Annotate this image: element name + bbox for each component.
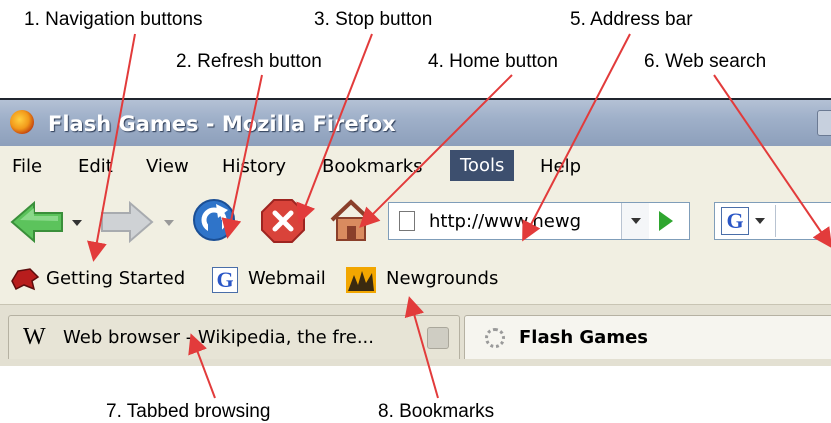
navigation-toolbar: http://www.newg G	[0, 188, 831, 256]
google-search-engine-icon[interactable]: G	[721, 207, 749, 235]
bookmark-webmail[interactable]: Webmail	[248, 268, 326, 289]
tab-label: Flash Games	[519, 327, 649, 348]
refresh-icon[interactable]	[190, 196, 238, 244]
callout-tabbed-browsing: 7. Tabbed browsing	[106, 401, 271, 422]
tab-flash-games[interactable]: Flash Games	[464, 315, 831, 359]
getting-started-bookmark-icon	[11, 268, 40, 291]
bookmark-getting-started[interactable]: Getting Started	[46, 268, 185, 289]
address-url-text[interactable]: http://www.newg	[429, 211, 613, 232]
chevron-down-icon	[631, 218, 641, 224]
menu-edit[interactable]: Edit	[78, 156, 113, 177]
window-title: Flash Games - Mozilla Firefox	[48, 112, 396, 136]
back-arrow-icon[interactable]	[10, 200, 64, 244]
page-icon	[399, 211, 415, 231]
menu-history[interactable]: History	[222, 156, 286, 177]
callout-web-search: 6. Web search	[644, 51, 767, 72]
forward-history-dropdown-icon[interactable]	[164, 220, 174, 226]
web-search-box[interactable]: G	[714, 202, 831, 240]
menu-help[interactable]: Help	[540, 156, 581, 177]
address-bar[interactable]: http://www.newg	[388, 202, 690, 240]
menu-bar: File Edit View History Bookmarks Tools H…	[0, 146, 831, 188]
firefox-logo-icon	[10, 110, 34, 134]
go-arrow-icon[interactable]	[659, 211, 673, 231]
home-icon[interactable]	[328, 198, 374, 244]
back-history-dropdown-icon[interactable]	[72, 220, 82, 226]
menu-view[interactable]: View	[146, 156, 189, 177]
stop-icon[interactable]	[260, 198, 306, 244]
menu-bookmarks[interactable]: Bookmarks	[322, 156, 423, 177]
menu-tools[interactable]: Tools	[450, 150, 515, 181]
title-bar: Flash Games - Mozilla Firefox	[0, 98, 831, 146]
callout-stop-button: 3. Stop button	[314, 9, 433, 30]
callout-home-button: 4. Home button	[428, 51, 558, 72]
bookmark-newgrounds[interactable]: Newgrounds	[386, 268, 498, 289]
loading-spinner-icon	[485, 328, 505, 348]
webmail-bookmark-icon: G	[212, 267, 238, 293]
callout-address-bar: 5. Address bar	[570, 9, 693, 30]
search-separator	[775, 205, 776, 237]
search-engine-dropdown-icon[interactable]	[755, 218, 765, 224]
tab-close-icon[interactable]	[427, 327, 449, 349]
tab-web-browser-wikipedia[interactable]: W Web browser - Wikipedia, the fre...	[8, 315, 460, 359]
forward-arrow-icon[interactable]	[100, 200, 154, 244]
menu-file[interactable]: File	[12, 156, 42, 177]
newgrounds-bookmark-icon	[346, 267, 376, 293]
bookmarks-toolbar: Getting Started G Webmail Newgrounds	[0, 256, 831, 304]
tab-bar: W Web browser - Wikipedia, the fre... Fl…	[0, 304, 831, 366]
callout-bookmarks: 8. Bookmarks	[378, 401, 495, 422]
callout-refresh-button: 2. Refresh button	[176, 51, 322, 72]
address-dropdown-button[interactable]	[621, 203, 649, 239]
callout-navigation-buttons: 1. Navigation buttons	[24, 9, 203, 30]
firefox-window: Flash Games - Mozilla Firefox File Edit …	[0, 98, 831, 366]
window-minimize-button[interactable]	[817, 110, 831, 136]
wikipedia-favicon-icon: W	[23, 324, 46, 350]
tab-label: Web browser - Wikipedia, the fre...	[63, 327, 374, 348]
